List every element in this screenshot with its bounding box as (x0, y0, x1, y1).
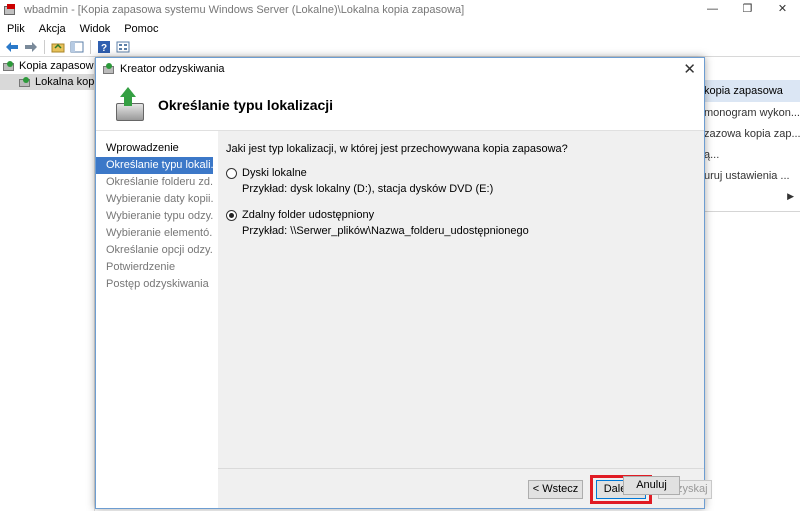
minimize-button[interactable]: — (695, 0, 730, 20)
step-select-items: Wybieranie elementó... (106, 227, 213, 239)
close-icon[interactable]: ✕ (683, 60, 696, 78)
option-label: Dyski lokalne (242, 167, 307, 179)
back-button[interactable]: < Wstecz (528, 480, 583, 499)
console-tree: Kopia zapasowa sy Lokalna kopia (0, 58, 95, 511)
option-example: Przykład: dysk lokalny (D:), stacja dysk… (242, 183, 494, 195)
page-title: Określanie typu lokalizacji (158, 97, 334, 113)
option-local-disks[interactable]: Dyski lokalne (226, 165, 704, 181)
close-window-button[interactable]: ✕ (765, 0, 800, 20)
action-submenu[interactable]: ▶ (700, 186, 800, 207)
step-recovery-options: Określanie opcji odzy... (106, 244, 213, 256)
svg-text:?: ? (101, 43, 107, 54)
tree-item-label: Lokalna kopia (35, 76, 94, 88)
menu-bar: Plik Akcja Widok Pomoc (0, 20, 800, 37)
wizard-header: Określanie typu lokalizacji (96, 80, 704, 130)
action-schedule[interactable]: monogram wykon... (700, 102, 800, 123)
action-configure[interactable]: uruj ustawienia ... (700, 165, 800, 186)
dialog-titlebar: Kreator odzyskiwania ✕ (96, 58, 704, 80)
wizard-content: Jaki jest typ lokalizacji, w której jest… (218, 131, 712, 508)
menu-plik[interactable]: Plik (0, 23, 32, 35)
step-remote-folder: Określanie folderu zd... (106, 176, 213, 188)
menu-widok[interactable]: Widok (73, 23, 118, 35)
cancel-button[interactable]: Anuluj (623, 476, 680, 495)
wizard-body: Wprowadzenie Określanie typu lokali... O… (96, 130, 712, 508)
backup-icon (103, 63, 115, 75)
backup-icon (19, 76, 32, 88)
step-location-type: Określanie typu lokali... (96, 157, 213, 174)
toolbar-separator (90, 39, 91, 54)
recovery-icon (112, 87, 148, 123)
action-backup-once[interactable]: zazowa kopia zap... (700, 123, 800, 144)
step-backup-date: Wybieranie daty kopii... (106, 193, 213, 205)
option-remote-share[interactable]: Zdalny folder udostępniony (226, 207, 704, 223)
option-example: Przykład: \\Serwer_plików\Nazwa_folderu_… (242, 225, 529, 237)
toolbar-separator (44, 39, 45, 54)
actions-divider (700, 211, 800, 212)
wbadmin-app-icon (4, 3, 18, 16)
properties-icon[interactable] (115, 39, 131, 55)
step-introduction: Wprowadzenie (106, 142, 179, 154)
tree-item-backup-root[interactable]: Kopia zapasowa sy (0, 58, 94, 74)
help-icon[interactable]: ? (96, 39, 112, 55)
recovery-wizard-dialog: Kreator odzyskiwania ✕ Określanie typu l… (95, 57, 712, 509)
location-question: Jaki jest typ lokalizacji, w której jest… (226, 143, 568, 155)
console-tree-icon[interactable] (69, 39, 85, 55)
wizard-steps: Wprowadzenie Określanie typu lokali... O… (96, 131, 213, 508)
action-recover[interactable]: ą... (700, 144, 800, 165)
option-label: Zdalny folder udostępniony (242, 209, 375, 221)
submenu-arrow-icon: ▶ (787, 191, 794, 201)
tree-item-local-backup[interactable]: Lokalna kopia (0, 74, 94, 90)
back-arrow-icon[interactable] (4, 39, 20, 55)
menu-pomoc[interactable]: Pomoc (117, 23, 165, 35)
main-titlebar: wbadmin - [Kopia zapasowa systemu Window… (0, 0, 800, 20)
forward-arrow-icon[interactable] (23, 39, 39, 55)
backup-icon (3, 60, 16, 72)
toolbar: ? (0, 37, 800, 57)
dialog-title: Kreator odzyskiwania (120, 63, 225, 75)
radio-local-disks[interactable] (226, 167, 237, 179)
menu-akcja[interactable]: Akcja (32, 23, 73, 35)
maximize-button[interactable]: ❐ (730, 0, 765, 20)
folder-up-icon[interactable] (50, 39, 66, 55)
step-confirmation: Potwierdzenie (106, 261, 176, 273)
window-controls: — ❐ ✕ (695, 0, 800, 20)
step-progress: Postęp odzyskiwania (106, 278, 209, 290)
main-window-title: wbadmin - [Kopia zapasowa systemu Window… (24, 3, 465, 16)
tree-item-label: Kopia zapasowa sy (19, 60, 94, 72)
step-recovery-type: Wybieranie typu odzy... (106, 210, 213, 222)
actions-header: kopia zapasowa (700, 80, 800, 102)
actions-pane: kopia zapasowa monogram wykon... zazowa … (700, 58, 800, 511)
radio-remote-share[interactable] (226, 209, 237, 221)
